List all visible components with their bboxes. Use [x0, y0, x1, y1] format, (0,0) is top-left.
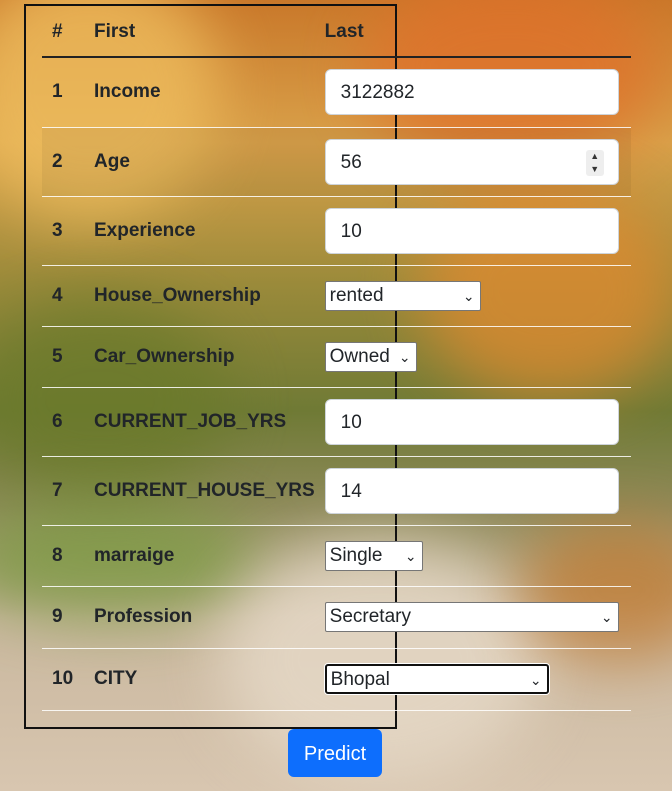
current-house-yrs-input[interactable]: 14	[324, 467, 619, 514]
chevron-down-icon: ⌄	[462, 287, 475, 304]
row-number: 1	[42, 57, 84, 128]
row-label: House_Ownership	[84, 265, 315, 327]
row-label: Experience	[84, 196, 315, 266]
table-row: 2 Age 56 ▲ ▼	[42, 127, 631, 197]
header-num: #	[42, 8, 84, 58]
city-select[interactable]: Bhopal ⌄	[324, 664, 549, 694]
profession-value: Secretary	[329, 606, 411, 627]
chevron-down-icon: ⌄	[404, 547, 417, 564]
marraige-value: Single	[329, 544, 383, 566]
row-number: 6	[42, 387, 84, 457]
predict-button[interactable]: Predict	[288, 729, 382, 777]
table-row: 3 Experience 10	[42, 196, 631, 266]
current-job-yrs-input[interactable]: 10	[324, 398, 619, 445]
experience-input[interactable]: 10	[324, 207, 619, 254]
row-number: 2	[42, 127, 84, 197]
chevron-down-icon: ⌄	[529, 672, 542, 688]
age-value: 56	[340, 151, 362, 173]
row-label: CITY	[84, 648, 315, 711]
city-value: Bhopal	[330, 669, 390, 690]
row-label: Profession	[84, 586, 315, 649]
row-number: 7	[42, 456, 84, 526]
row-number: 5	[42, 326, 84, 388]
table-row: 5 Car_Ownership Owned ⌄	[42, 326, 631, 388]
header-last: Last	[314, 8, 631, 58]
house-ownership-select[interactable]: rented ⌄	[324, 280, 481, 311]
row-number: 3	[42, 196, 84, 266]
row-number: 8	[42, 525, 84, 587]
age-input[interactable]: 56 ▲ ▼	[324, 138, 619, 185]
row-label: Age	[84, 127, 315, 197]
table-row: 9 Profession Secretary ⌄	[42, 586, 631, 649]
row-label: CURRENT_HOUSE_YRS	[84, 456, 315, 526]
house-ownership-value: rented	[329, 284, 384, 306]
table-row: 8 marraige Single ⌄	[42, 525, 631, 587]
table-row: 1 Income 3122882	[42, 57, 631, 128]
row-label: marraige	[84, 525, 315, 587]
profession-select[interactable]: Secretary ⌄	[324, 602, 619, 632]
row-number: 9	[42, 586, 84, 649]
row-label: CURRENT_JOB_YRS	[84, 387, 315, 457]
header-first: First	[84, 8, 315, 58]
table-row: 10 CITY Bhopal ⌄	[42, 648, 631, 711]
chevron-down-icon: ⌄	[398, 348, 411, 365]
table-row: 6 CURRENT_JOB_YRS 10	[42, 387, 631, 457]
chevron-down-icon: ⌄	[600, 609, 613, 625]
table-header-row: # First Last	[42, 8, 631, 58]
table-row: 7 CURRENT_HOUSE_YRS 14	[42, 456, 631, 526]
row-number: 10	[42, 648, 84, 711]
income-input[interactable]: 3122882	[324, 69, 619, 116]
spin-arrows-icon[interactable]: ▲ ▼	[585, 149, 604, 176]
row-label: Car_Ownership	[84, 326, 315, 388]
prediction-form-table: # First Last 1 Income 3122882 2 Age 56 ▲…	[42, 8, 631, 711]
car-ownership-value: Owned	[329, 345, 390, 367]
marraige-select[interactable]: Single ⌄	[324, 540, 423, 571]
row-number: 4	[42, 265, 84, 327]
table-row: 4 House_Ownership rented ⌄	[42, 265, 631, 327]
row-label: Income	[84, 57, 315, 128]
car-ownership-select[interactable]: Owned ⌄	[324, 341, 417, 372]
